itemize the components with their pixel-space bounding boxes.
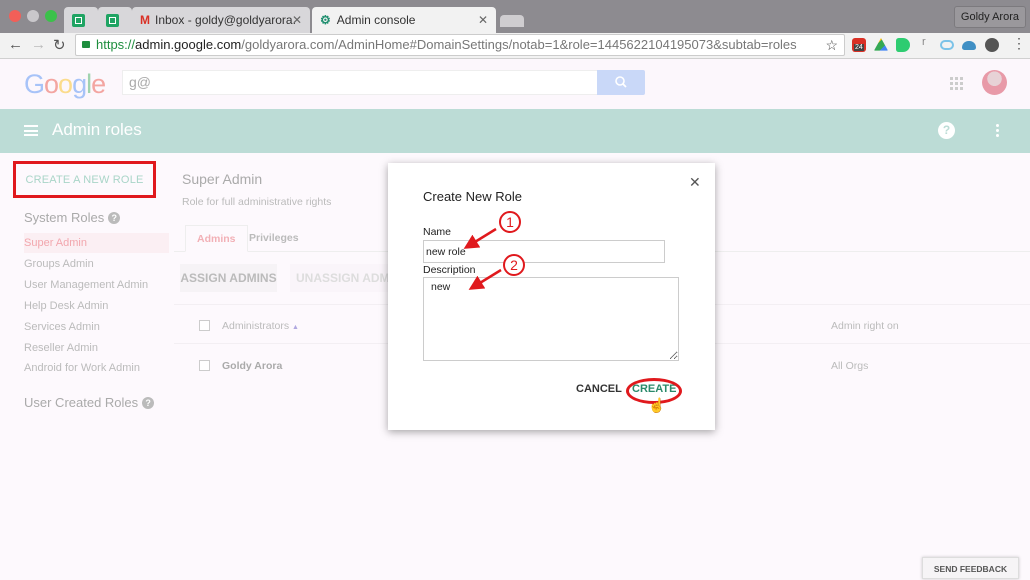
- close-tab-icon[interactable]: ✕: [292, 13, 302, 27]
- admin-scope: All Orgs: [831, 360, 869, 372]
- system-roles-heading: System Roles?: [24, 210, 121, 225]
- sidebar-item-super-admin[interactable]: Super Admin: [24, 233, 169, 253]
- sidebar-item-services-admin[interactable]: Services Admin: [24, 317, 169, 337]
- cloud-extension-icon[interactable]: [962, 41, 976, 50]
- gmail-icon: M: [140, 13, 150, 27]
- help-icon[interactable]: ?: [108, 212, 121, 224]
- create-new-role-button[interactable]: CREATE A NEW ROLE: [13, 161, 156, 198]
- calendar-extension-icon[interactable]: 24: [852, 38, 866, 52]
- url-domain: admin.google.com: [135, 37, 242, 52]
- section-title-text: System Roles: [24, 210, 105, 225]
- column-label: Administrators: [222, 320, 290, 332]
- search-button[interactable]: [597, 70, 645, 95]
- sidebar-item-groups-admin[interactable]: Groups Admin: [24, 254, 169, 274]
- browser-tab-gmail[interactable]: M Inbox - goldy@goldyarora.com ✕: [132, 7, 310, 33]
- back-icon[interactable]: ←: [8, 36, 23, 53]
- profile-extension-icon[interactable]: [985, 38, 999, 52]
- minimize-window-button[interactable]: [27, 10, 39, 22]
- close-tab-icon[interactable]: ✕: [478, 13, 488, 27]
- row-checkbox[interactable]: [199, 360, 210, 371]
- role-description: Role for full administrative rights: [182, 196, 332, 208]
- close-window-button[interactable]: [9, 10, 21, 22]
- annotation-step-1: 1: [499, 211, 521, 233]
- help-icon[interactable]: ?: [938, 122, 955, 139]
- admin-name[interactable]: Goldy Arora: [222, 360, 282, 372]
- column-header-administrators[interactable]: Administrators ▲: [222, 320, 299, 332]
- section-title-text: User Created Roles: [24, 395, 139, 410]
- close-icon[interactable]: ✕: [689, 174, 701, 191]
- lock-icon: [82, 41, 90, 48]
- cloud-outline-extension-icon[interactable]: [940, 40, 954, 50]
- browser-tab-sheets-2[interactable]: [98, 7, 132, 33]
- sidebar-item-reseller-admin[interactable]: Reseller Admin: [24, 338, 169, 358]
- tab-privileges[interactable]: Privileges: [238, 225, 310, 252]
- profile-button[interactable]: Goldy Arora: [953, 6, 1026, 28]
- hand-cursor-icon: ☝: [648, 397, 666, 413]
- browser-toolbar: ← → ↻ https://admin.google.com/goldyaror…: [0, 33, 1030, 59]
- browser-tab-admin-console[interactable]: ⚙ Admin console ✕: [312, 7, 496, 33]
- role-name-input[interactable]: [423, 240, 665, 263]
- user-created-roles-heading: User Created Roles?: [24, 395, 155, 410]
- annotation-step-2: 2: [503, 254, 525, 276]
- app-bar: Admin roles: [0, 109, 1030, 153]
- browser-menu-icon[interactable]: ⋮: [1012, 35, 1026, 52]
- column-header-admin-right-on: Admin right on: [831, 320, 899, 332]
- cancel-button[interactable]: CANCEL: [576, 383, 622, 395]
- sheets-icon: [106, 13, 119, 27]
- dialog-title: Create New Role: [423, 189, 522, 204]
- sidebar-item-help-desk-admin[interactable]: Help Desk Admin: [24, 296, 169, 316]
- extension-badge: 24: [854, 44, 864, 51]
- search-icon: [615, 76, 627, 88]
- tab-label: Admin console: [336, 13, 416, 27]
- drive-extension-icon[interactable]: [874, 38, 888, 51]
- create-role-dialog: ✕ Create New Role Name Description new C…: [388, 163, 715, 430]
- sort-ascending-icon: ▲: [292, 324, 299, 331]
- role-description-input[interactable]: new: [423, 277, 679, 361]
- select-all-checkbox[interactable]: [199, 320, 210, 331]
- maximize-window-button[interactable]: [45, 10, 57, 22]
- bookmark-star-icon[interactable]: ☆: [825, 35, 838, 55]
- new-tab-button[interactable]: [500, 15, 524, 27]
- sheets-icon: [72, 13, 85, 27]
- reload-icon[interactable]: ↻: [53, 36, 66, 54]
- tab-label: Inbox - goldy@goldyarora.com: [155, 13, 295, 27]
- search-input[interactable]: g@: [122, 70, 599, 95]
- sidebar-item-android-for-work-admin[interactable]: Android for Work Admin: [24, 358, 169, 378]
- url-scheme: https://: [96, 37, 136, 52]
- pushbullet-extension-icon[interactable]: [896, 38, 910, 52]
- assign-admins-button[interactable]: ASSIGN ADMINS: [180, 264, 277, 292]
- menu-icon[interactable]: [24, 125, 38, 136]
- admin-console-icon: ⚙: [320, 13, 331, 27]
- apps-grid-icon[interactable]: [950, 77, 964, 91]
- browser-tab-bar: M Inbox - goldy@goldyarora.com ✕ ⚙ Admin…: [0, 0, 1030, 33]
- google-header: Google g@: [0, 59, 1030, 109]
- url-path: /goldyarora.com/AdminHome#DomainSettings…: [241, 37, 797, 52]
- unassign-admins-button[interactable]: UNASSIGN ADMINS: [290, 264, 390, 292]
- more-options-icon[interactable]: [996, 124, 1000, 138]
- help-icon[interactable]: ?: [142, 397, 155, 409]
- name-label: Name: [423, 226, 452, 238]
- browser-tab-sheets-1[interactable]: [64, 7, 98, 33]
- role-title: Super Admin: [182, 171, 263, 187]
- description-label: Description: [423, 264, 476, 276]
- forward-icon[interactable]: →: [31, 36, 46, 53]
- send-feedback-button[interactable]: SEND FEEDBACK: [922, 557, 1019, 579]
- page-title: Admin roles: [52, 120, 142, 139]
- r-extension-icon[interactable]: r: [922, 36, 936, 50]
- account-avatar[interactable]: [982, 70, 1007, 95]
- google-logo[interactable]: Google: [24, 69, 106, 100]
- sidebar-item-user-management-admin[interactable]: User Management Admin: [24, 275, 169, 295]
- address-bar[interactable]: https://admin.google.com/goldyarora.com/…: [75, 34, 845, 56]
